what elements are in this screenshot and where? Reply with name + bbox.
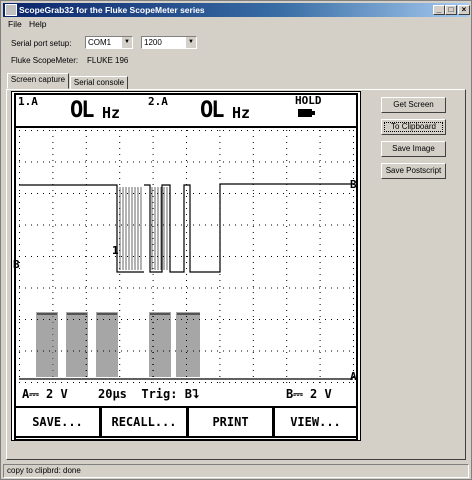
- marker-b-right: B: [350, 178, 357, 191]
- softkey-bar: SAVE... RECALL... PRINT VIEW...: [14, 406, 358, 438]
- ch2-value: OL: [200, 98, 224, 123]
- maximize-icon[interactable]: □: [445, 5, 457, 15]
- softkey-save[interactable]: SAVE...: [16, 408, 99, 436]
- app-icon: [5, 4, 17, 16]
- status-text: copy to clipbrd: done: [7, 466, 81, 475]
- softkey-print[interactable]: PRINT: [189, 408, 272, 436]
- to-clipboard-button[interactable]: To Clipboard: [381, 119, 446, 135]
- scope-traces: [19, 183, 353, 380]
- save-postscript-button[interactable]: Save Postscript: [381, 163, 446, 179]
- ch-a-scale: A⎓ 2 V: [22, 387, 68, 401]
- get-screen-button[interactable]: Get Screen: [381, 97, 446, 113]
- window-title: ScopeGrab32 for the Fluke ScopeMeter ser…: [19, 5, 205, 15]
- hold-indicator: HOLD: [295, 94, 322, 107]
- marker-b-left: B: [13, 258, 20, 271]
- tab-screen-capture[interactable]: Screen capture: [7, 73, 69, 89]
- timebase-trigger: 20µs Trig: B⮧: [98, 387, 199, 401]
- ch1-value: OL: [70, 98, 94, 123]
- menu-file[interactable]: File: [8, 18, 22, 30]
- serial-port-label: Serial port setup:: [11, 39, 72, 48]
- softkey-view[interactable]: VIEW...: [275, 408, 356, 436]
- status-bar: copy to clipbrd: done: [3, 464, 469, 478]
- baud-select[interactable]: 1200 ▼: [141, 36, 197, 49]
- close-icon[interactable]: ×: [458, 5, 470, 15]
- tab-serial-console[interactable]: Serial console: [70, 76, 128, 90]
- baud-select-value: 1200: [144, 38, 162, 47]
- scopemeter-label: Fluke ScopeMeter:: [11, 56, 79, 65]
- softkey-recall[interactable]: RECALL...: [102, 408, 186, 436]
- menu-help[interactable]: Help: [29, 18, 46, 30]
- marker-a-right: A: [350, 370, 357, 383]
- battery-icon: [298, 109, 312, 117]
- tab-label: Screen capture: [10, 75, 66, 84]
- ch-b-scale: B⎓ 2 V: [286, 387, 332, 401]
- save-image-button[interactable]: Save Image: [381, 141, 446, 157]
- ch2-label: 2.A: [148, 95, 168, 108]
- ch2-unit: Hz: [232, 104, 251, 122]
- menu-bar: File Help: [3, 18, 469, 30]
- app-window: ScopeGrab32 for the Fluke ScopeMeter ser…: [0, 0, 472, 480]
- minimize-icon[interactable]: _: [433, 5, 445, 15]
- tab-label: Serial console: [73, 78, 125, 87]
- scopemeter-value: FLUKE 196: [87, 56, 129, 65]
- scope-screen: 1.A OL Hz 2.A OL Hz HOLD B B A 1 A⎓ 2 V …: [11, 91, 361, 441]
- title-bar: ScopeGrab32 for the Fluke ScopeMeter ser…: [3, 3, 470, 17]
- ch1-label: 1.A: [18, 95, 38, 108]
- chevron-down-icon[interactable]: ▼: [121, 37, 132, 48]
- marker-1: 1: [112, 244, 119, 257]
- chevron-down-icon[interactable]: ▼: [185, 37, 196, 48]
- port-select[interactable]: COM1 ▼: [85, 36, 133, 49]
- battery-tip: [312, 111, 315, 115]
- ch1-unit: Hz: [102, 104, 121, 122]
- port-select-value: COM1: [88, 38, 112, 47]
